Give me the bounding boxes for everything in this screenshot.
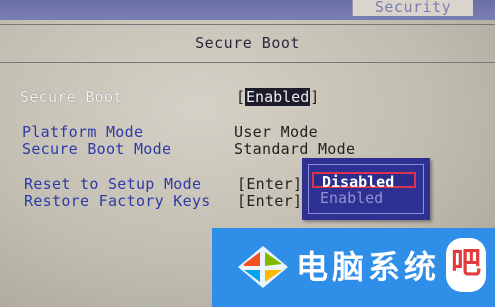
bios-screen: Security Secure Boot Secure Boot [Enable… xyxy=(0,0,495,307)
page-title: Secure Boot xyxy=(195,34,300,52)
restore-factory-keys-label: Restore Factory Keys xyxy=(24,192,211,210)
divider xyxy=(0,24,495,25)
option-popup: Disabled Enabled xyxy=(302,158,430,220)
watermark-banner: 电脑系统 吧 xyxy=(212,228,495,307)
tab-security[interactable]: Security xyxy=(352,0,473,16)
windows-logo-icon xyxy=(238,246,288,288)
watermark-badge: 吧 xyxy=(446,238,486,292)
secure-boot-value-text: Enabled xyxy=(245,88,311,106)
option-enabled[interactable]: Enabled xyxy=(312,190,416,206)
divider xyxy=(0,62,495,63)
platform-mode-label: Platform Mode xyxy=(22,123,144,141)
restore-factory-keys-enter[interactable]: [Enter] xyxy=(237,192,302,210)
reset-setup-mode-enter[interactable]: [Enter] xyxy=(237,175,302,193)
secure-boot-mode-value[interactable]: Standard Mode xyxy=(234,140,355,158)
secure-boot-label: Secure Boot xyxy=(20,88,123,106)
watermark-text: 电脑系统 xyxy=(296,248,441,286)
option-disabled[interactable]: Disabled xyxy=(312,172,416,190)
secure-boot-value[interactable]: [Enabled] xyxy=(236,88,319,106)
platform-mode-value: User Mode xyxy=(234,123,318,141)
secure-boot-mode-label: Secure Boot Mode xyxy=(22,140,172,158)
reset-setup-mode-label: Reset to Setup Mode xyxy=(24,175,202,193)
